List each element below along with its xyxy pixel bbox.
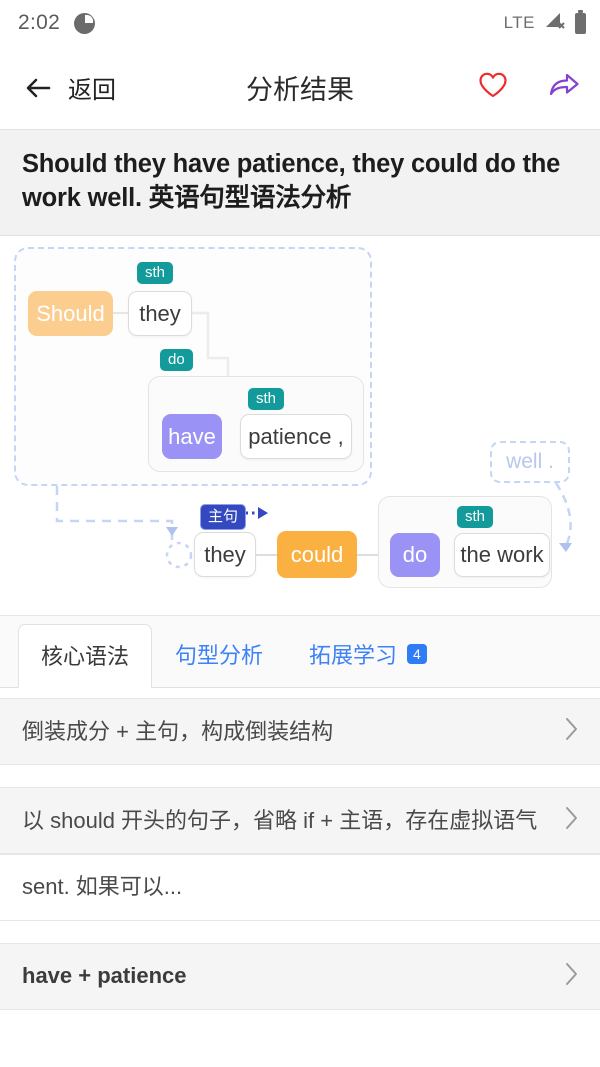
diagram-node-they-main[interactable]: they: [194, 532, 256, 577]
node-label: Should: [36, 301, 105, 327]
status-bar: 2:02 LTE: [0, 0, 600, 46]
node-label: well .: [506, 450, 554, 474]
list-item-label: sent. 如果可以...: [22, 872, 580, 902]
list-item[interactable]: 倒装成分 + 主句，构成倒装结构: [0, 698, 600, 765]
badge-sth-3: sth: [457, 506, 493, 528]
tab-label: 句型分析: [175, 638, 263, 670]
list-item-label: 倒装成分 + 主句，构成倒装结构: [22, 717, 552, 747]
chevron-right-icon: [564, 716, 580, 747]
tab-label: 核心语法: [41, 639, 129, 671]
sentence-chinese: 英语句型语法分析: [149, 184, 351, 212]
diagram-node-the-work[interactable]: the work: [454, 533, 550, 577]
chevron-right-icon: [564, 961, 580, 992]
tab-sentence-analysis[interactable]: 句型分析: [152, 623, 286, 687]
app-bar: 返回 分析结果: [0, 46, 600, 130]
grammar-point-list: 倒装成分 + 主句，构成倒装结构 以 should 开头的句子，省略 if + …: [0, 688, 600, 1009]
heart-icon[interactable]: [478, 71, 508, 104]
node-label: patience ,: [248, 424, 343, 450]
diagram-node-patience[interactable]: patience ,: [240, 414, 352, 459]
list-divider-spacer: [0, 765, 600, 787]
arrow-left-icon: [24, 73, 54, 103]
diagram-node-well-ghost[interactable]: well .: [490, 441, 570, 483]
status-bar-right: LTE: [504, 11, 586, 36]
node-label: could: [291, 542, 344, 568]
tab-core-grammar[interactable]: 核心语法: [18, 624, 152, 688]
diagram-node-could[interactable]: could: [277, 531, 357, 578]
back-label: 返回: [68, 70, 116, 105]
badge-main-clause: 主句: [200, 504, 246, 530]
badge-label: sth: [145, 264, 165, 281]
battery-full-icon: [575, 13, 586, 34]
diagram-node-have[interactable]: have: [162, 414, 222, 459]
badge-label: sth: [465, 508, 485, 525]
node-label: have: [168, 424, 216, 450]
share-arrow-icon[interactable]: [548, 71, 580, 104]
grammar-diagram: Should sth they do sth have patience , w…: [0, 236, 600, 616]
tab-label: 拓展学习: [309, 638, 397, 670]
diagram-node-should[interactable]: Should: [28, 291, 113, 336]
badge-sth-1: sth: [137, 262, 173, 284]
node-label: they: [204, 542, 246, 568]
tab-extended-study[interactable]: 拓展学习 4: [286, 623, 450, 687]
tab-badge-count: 4: [407, 644, 427, 664]
list-divider-spacer: [0, 921, 600, 943]
list-item-label: 以 should 开头的句子，省略 if + 主语，存在虚拟语气: [22, 806, 552, 836]
list-item-note: sent. 如果可以...: [0, 854, 600, 920]
list-item[interactable]: have + patience: [0, 943, 600, 1010]
diagram-node-they-top[interactable]: they: [128, 291, 192, 336]
badge-do-1: do: [160, 349, 193, 371]
clock-icon: [74, 13, 95, 34]
signal-no-service-icon: [544, 11, 566, 36]
node-label: they: [139, 301, 181, 327]
sentence-header: Should they have patience, they could do…: [0, 130, 600, 236]
node-label: the work: [460, 542, 543, 568]
badge-label: sth: [256, 390, 276, 407]
sentence-title: Should they have patience, they could do…: [22, 148, 578, 215]
list-item-label: have + patience: [22, 961, 552, 991]
diagram-node-do-main[interactable]: do: [390, 533, 440, 577]
status-time: 2:02: [18, 11, 60, 35]
network-type-label: LTE: [504, 13, 535, 33]
chevron-right-icon: [564, 805, 580, 836]
app-bar-actions: [478, 71, 580, 104]
back-button[interactable]: 返回: [24, 70, 116, 105]
badge-sth-2: sth: [248, 388, 284, 410]
tab-bar: 核心语法 句型分析 拓展学习 4: [0, 616, 600, 688]
node-label: do: [403, 542, 427, 568]
list-item[interactable]: 以 should 开头的句子，省略 if + 主语，存在虚拟语气: [0, 787, 600, 854]
badge-label: 主句: [208, 508, 238, 525]
status-bar-left: 2:02: [18, 11, 95, 35]
badge-label: do: [168, 351, 185, 368]
